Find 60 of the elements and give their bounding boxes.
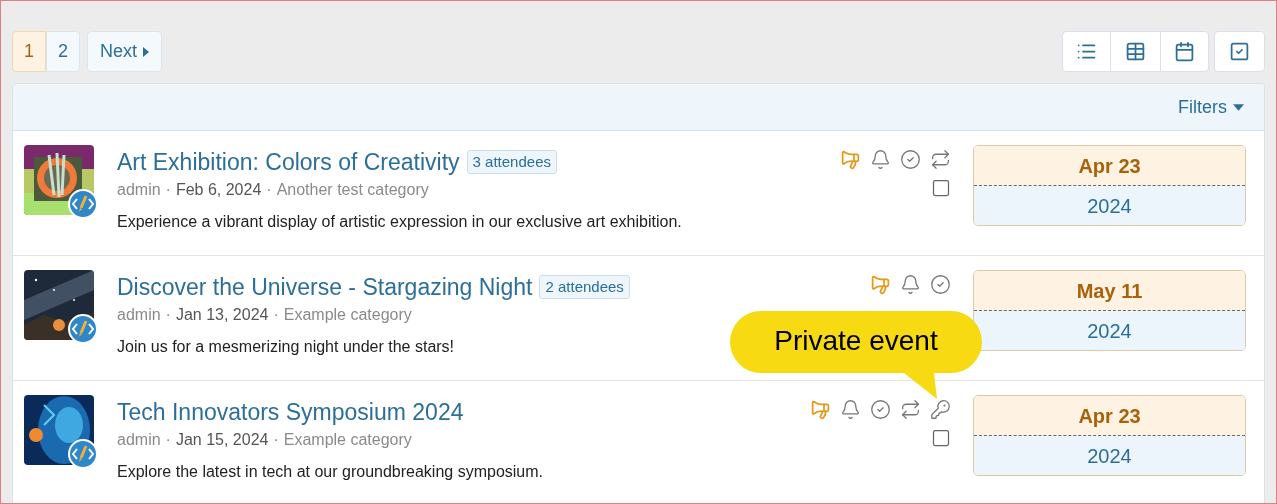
separator-dot: · (273, 305, 279, 325)
megaphone-icon[interactable] (810, 399, 831, 420)
page-button[interactable]: 2 (46, 31, 80, 72)
megaphone-icon[interactable] (840, 149, 861, 170)
separator-dot: · (165, 180, 171, 200)
month-day: Apr 23 (1078, 150, 1141, 181)
calendar-view-button[interactable] (1160, 31, 1209, 72)
author-name[interactable]: admin (117, 429, 161, 451)
checkbox[interactable] (931, 178, 951, 198)
event-date: Jan 13, 2024 (175, 305, 269, 325)
check-circle-icon[interactable] (930, 274, 951, 295)
event-title[interactable]: Discover the Universe - Stargazing Night (117, 270, 533, 304)
month-day: Apr 23 (1078, 400, 1141, 431)
next-button[interactable]: Next (87, 31, 162, 72)
repeat-icon[interactable] (900, 399, 921, 420)
page-button[interactable]: 1 (12, 31, 46, 72)
separator-dot: · (273, 430, 279, 450)
separator-dot: · (165, 430, 171, 450)
month-day: May 11 (1076, 275, 1143, 306)
table-icon (1125, 41, 1146, 62)
event-description: Experience a vibrant display of artistic expression in our exclusive art exhibition. (117, 212, 682, 232)
event-date: Feb 6, 2024 (175, 180, 262, 200)
event-date: Jan 15, 2024 (175, 430, 269, 450)
code-brush-icon (68, 439, 98, 469)
repeat-icon[interactable] (930, 149, 951, 170)
callout-text: Private event (773, 324, 939, 358)
megaphone-icon[interactable] (870, 274, 891, 295)
checkbox-icon (1229, 41, 1250, 62)
checkbox[interactable] (931, 428, 951, 448)
caret-right-icon (143, 46, 149, 57)
year: 2024 (1087, 443, 1132, 469)
select-all-button[interactable] (1214, 31, 1265, 72)
grid-view-button[interactable] (1111, 31, 1160, 72)
check-circle-icon[interactable] (900, 149, 921, 170)
attendees-count: 3 attendees (466, 150, 557, 174)
filters-button[interactable]: Filters (1178, 93, 1244, 121)
bell-icon[interactable] (840, 399, 861, 420)
category-link[interactable]: Another test category (276, 179, 429, 201)
list-view-button[interactable] (1062, 31, 1111, 72)
attendees-count: 2 attendees (539, 275, 630, 299)
check-circle-icon[interactable] (870, 399, 891, 420)
event-description: Join us for a mesmerizing night under the stars! (117, 337, 455, 357)
year: 2024 (1087, 318, 1132, 344)
code-brush-icon (68, 314, 98, 344)
calendar-icon (1174, 41, 1195, 62)
bell-icon[interactable] (870, 149, 891, 170)
event-title[interactable]: Art Exhibition: Colors of Creativity (117, 145, 460, 179)
separator-dot: · (266, 180, 272, 200)
bell-icon[interactable] (900, 274, 921, 295)
author-name[interactable]: admin (117, 179, 161, 201)
key-icon[interactable] (930, 399, 951, 420)
category-link[interactable]: Example category (283, 304, 412, 326)
event-description: Explore the latest in tech at our groundbreaking symposium. (117, 462, 543, 482)
category-link[interactable]: Example category (283, 429, 412, 451)
caret-down-icon (1233, 103, 1244, 111)
separator-dot: · (165, 305, 171, 325)
author-name[interactable]: admin (117, 304, 161, 326)
year: 2024 (1087, 193, 1132, 219)
code-brush-icon (68, 189, 98, 219)
event-title[interactable]: Tech Innovators Symposium 2024 (117, 395, 464, 429)
